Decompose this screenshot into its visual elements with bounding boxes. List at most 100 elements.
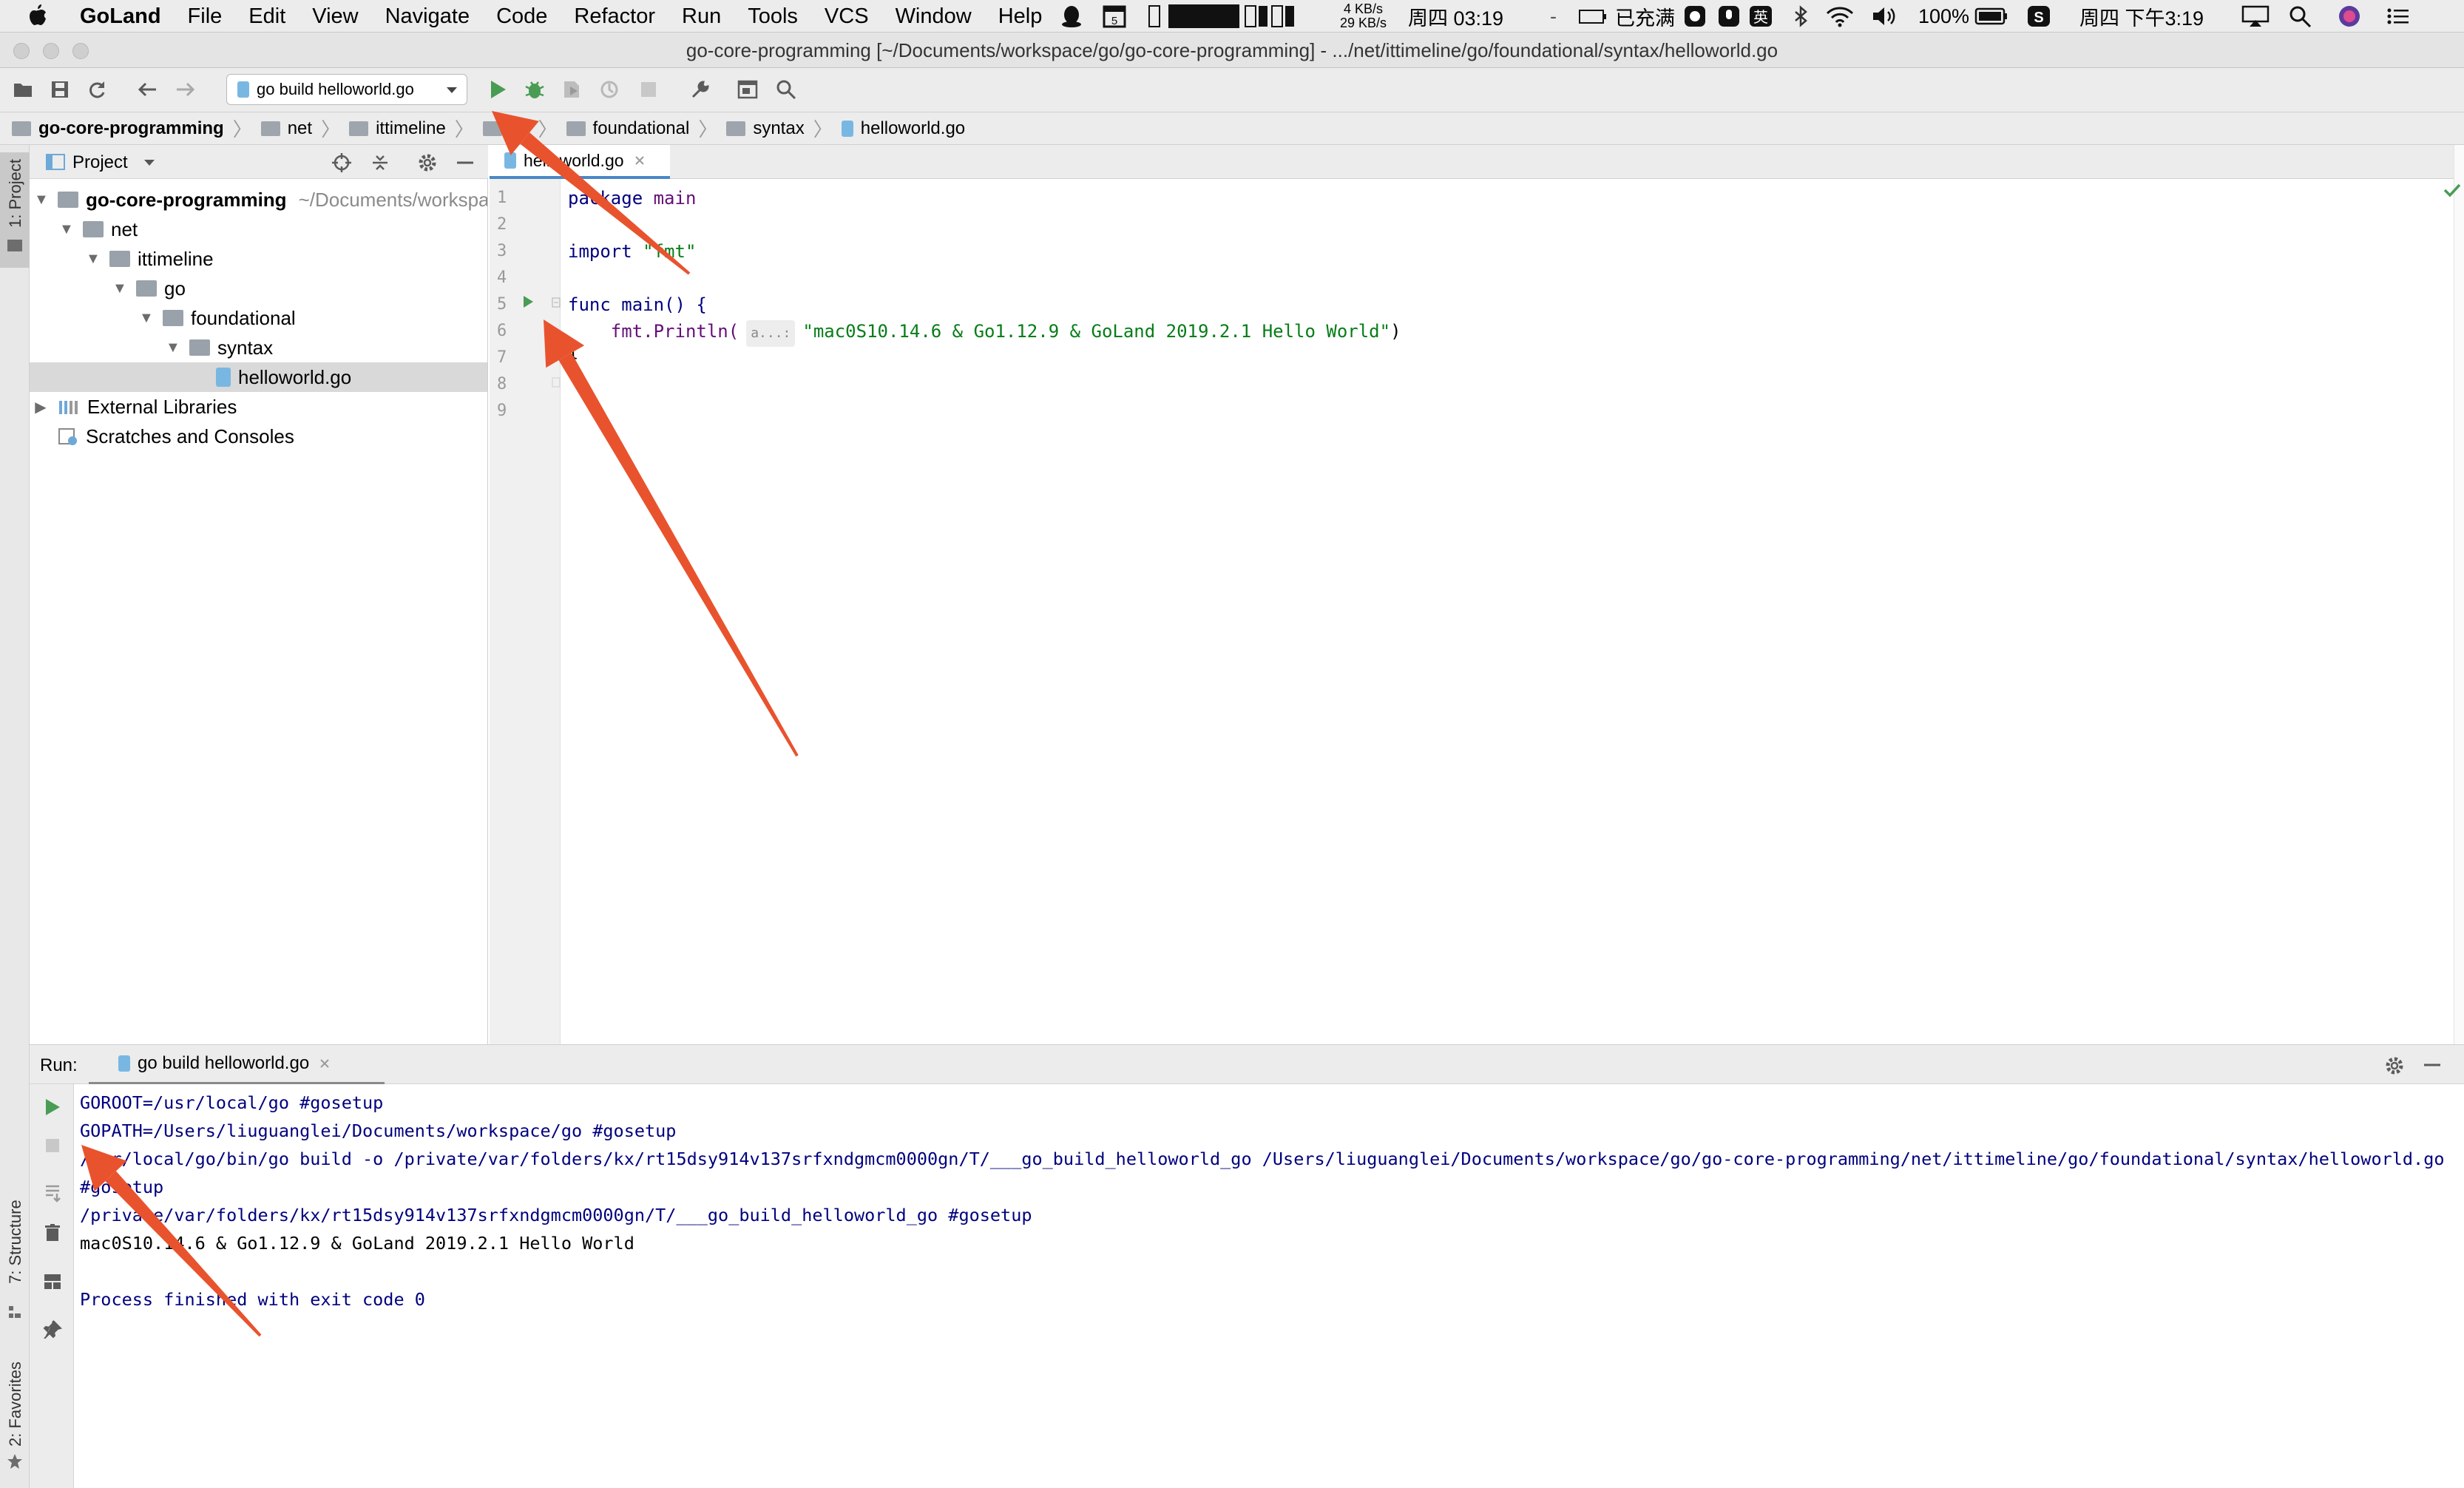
- code-editor[interactable]: package main import "fmt" func main() { …: [561, 179, 2454, 1044]
- menu-code[interactable]: Code: [496, 4, 547, 29]
- menu-run[interactable]: Run: [682, 4, 721, 29]
- volume-icon[interactable]: [1871, 4, 1898, 28]
- expanded-arrow-icon[interactable]: ▼: [59, 221, 74, 238]
- app-icon-s[interactable]: S: [2026, 4, 2051, 28]
- synchronize-icon[interactable]: [84, 77, 109, 102]
- expanded-arrow-icon[interactable]: ▼: [166, 339, 180, 356]
- spotlight-search-icon[interactable]: [2288, 4, 2313, 28]
- pin-icon[interactable]: [40, 1316, 65, 1342]
- line-number: 1: [497, 189, 507, 207]
- back-arrow-icon[interactable]: [135, 77, 160, 102]
- debug-bug-icon[interactable]: [522, 77, 547, 102]
- run-tab[interactable]: go build helloworld.go: [89, 1045, 385, 1085]
- run-with-coverage-icon[interactable]: [559, 77, 584, 102]
- tree-item-external-libraries[interactable]: ▶ External Libraries: [30, 392, 487, 422]
- chevron-down-icon[interactable]: [143, 158, 155, 167]
- tree-item-net[interactable]: ▼ net: [30, 214, 487, 244]
- microphone-icon[interactable]: [1717, 4, 1741, 28]
- menu-tools[interactable]: Tools: [748, 4, 798, 29]
- tree-item-go[interactable]: ▼ go: [30, 274, 487, 303]
- gear-icon[interactable]: [2384, 1055, 2405, 1076]
- menu-file[interactable]: File: [188, 4, 223, 29]
- project-panel-title[interactable]: Project: [72, 152, 128, 173]
- hide-panel-icon[interactable]: [456, 154, 475, 172]
- menu-help[interactable]: Help: [998, 4, 1043, 29]
- window-minimize-button[interactable]: [43, 43, 59, 59]
- menu-edit[interactable]: Edit: [248, 4, 285, 29]
- layout-icon[interactable]: [40, 1269, 65, 1294]
- menu-view[interactable]: View: [312, 4, 358, 29]
- fold-marker-icon[interactable]: [552, 377, 561, 388]
- tree-item-project-root[interactable]: ▼ go-core-programming ~/Documents/worksp…: [30, 185, 488, 214]
- folder-icon: [189, 339, 210, 356]
- expanded-arrow-icon[interactable]: ▼: [112, 280, 127, 297]
- run-button[interactable]: [485, 77, 510, 102]
- notification-center-icon[interactable]: [2386, 4, 2411, 28]
- wrench-settings-icon[interactable]: [688, 77, 713, 102]
- expanded-arrow-icon[interactable]: ▼: [86, 251, 101, 268]
- input-method-icon[interactable]: 英: [1748, 4, 1773, 28]
- breadcrumb-item-file[interactable]: helloworld.go: [841, 118, 965, 139]
- locate-file-icon[interactable]: [331, 152, 352, 173]
- breadcrumb-item-project[interactable]: go-core-programming: [12, 118, 224, 139]
- battery-icon[interactable]: [1974, 4, 2008, 28]
- breadcrumb-item-net[interactable]: net: [260, 118, 312, 139]
- menu-app-name[interactable]: GoLand: [80, 4, 161, 29]
- menu-navigate[interactable]: Navigate: [385, 4, 470, 29]
- breadcrumb-item-go[interactable]: go: [482, 118, 529, 139]
- tree-item-scratches[interactable]: Scratches and Consoles: [30, 422, 487, 451]
- tab-helloworld[interactable]: helloworld.go: [490, 145, 670, 179]
- collapsed-arrow-icon[interactable]: ▶: [34, 398, 47, 416]
- rerun-button[interactable]: [40, 1095, 65, 1120]
- menu-refactor[interactable]: Refactor: [574, 4, 655, 29]
- inspection-ok-check-icon[interactable]: [2443, 182, 2462, 198]
- window-zoom-button[interactable]: [72, 43, 89, 59]
- gear-icon[interactable]: [417, 152, 438, 173]
- close-icon[interactable]: [319, 1058, 330, 1069]
- breadcrumb-item-ittimeline[interactable]: ittimeline: [349, 118, 446, 139]
- project-tool-label[interactable]: 1: Project: [6, 159, 25, 228]
- bluetooth-icon[interactable]: [1790, 4, 1812, 28]
- tree-item-helloworld[interactable]: helloworld.go: [30, 362, 487, 392]
- open-folder-icon[interactable]: [10, 77, 35, 102]
- menu-window[interactable]: Window: [896, 4, 972, 29]
- structure-tool-label[interactable]: 7: Structure: [6, 1200, 25, 1284]
- run-console[interactable]: GOROOT=/usr/local/go #gosetup GOPATH=/Us…: [74, 1084, 2464, 1488]
- project-structure-icon[interactable]: [735, 77, 760, 102]
- search-everywhere-icon[interactable]: [774, 77, 799, 102]
- app-icon-1[interactable]: [1683, 4, 1707, 28]
- tree-item-ittimeline[interactable]: ▼ ittimeline: [30, 244, 487, 274]
- favorites-tool-label[interactable]: 2: Favorites: [6, 1362, 25, 1447]
- tree-item-foundational[interactable]: ▼ foundational: [30, 303, 487, 333]
- fold-marker-icon[interactable]: [552, 297, 561, 308]
- expanded-arrow-icon[interactable]: ▼: [139, 310, 154, 327]
- breadcrumb-item-syntax[interactable]: syntax: [726, 118, 805, 139]
- editor-scrollbar[interactable]: [2443, 145, 2464, 1044]
- qq-icon[interactable]: [1059, 4, 1084, 28]
- save-all-icon[interactable]: [47, 77, 72, 102]
- menubar-clock[interactable]: 周四 下午3:19: [2079, 0, 2204, 33]
- trash-icon[interactable]: [40, 1220, 65, 1245]
- forward-arrow-icon[interactable]: [173, 77, 198, 102]
- siri-icon[interactable]: [2337, 4, 2362, 28]
- airplay-icon[interactable]: [2241, 4, 2270, 28]
- wifi-icon[interactable]: [1825, 4, 1855, 28]
- tree-item-path: ~/Documents/workspace/go/go-core-program…: [298, 188, 488, 211]
- expanded-arrow-icon[interactable]: ▼: [34, 192, 49, 209]
- battery-status-text: 已充满: [1615, 7, 1675, 30]
- scroll-to-end-icon[interactable]: [40, 1180, 65, 1205]
- apple-logo-icon[interactable]: [27, 3, 49, 28]
- run-configuration-dropdown[interactable]: go build helloworld.go: [226, 74, 467, 105]
- breadcrumb-item-foundational[interactable]: foundational: [566, 118, 689, 139]
- close-icon[interactable]: [634, 155, 645, 166]
- calendar-icon[interactable]: 5: [1102, 4, 1127, 28]
- stop-icon[interactable]: [636, 77, 661, 102]
- window-close-button[interactable]: [13, 43, 30, 59]
- tree-item-syntax[interactable]: ▼ syntax: [30, 333, 487, 362]
- stop-icon[interactable]: [40, 1133, 65, 1158]
- hide-panel-icon[interactable]: [2423, 1055, 2442, 1075]
- gutter-run-icon[interactable]: [522, 294, 534, 309]
- profiler-icon[interactable]: [598, 77, 623, 102]
- collapse-all-icon[interactable]: [370, 152, 390, 173]
- menu-vcs[interactable]: VCS: [825, 4, 869, 29]
